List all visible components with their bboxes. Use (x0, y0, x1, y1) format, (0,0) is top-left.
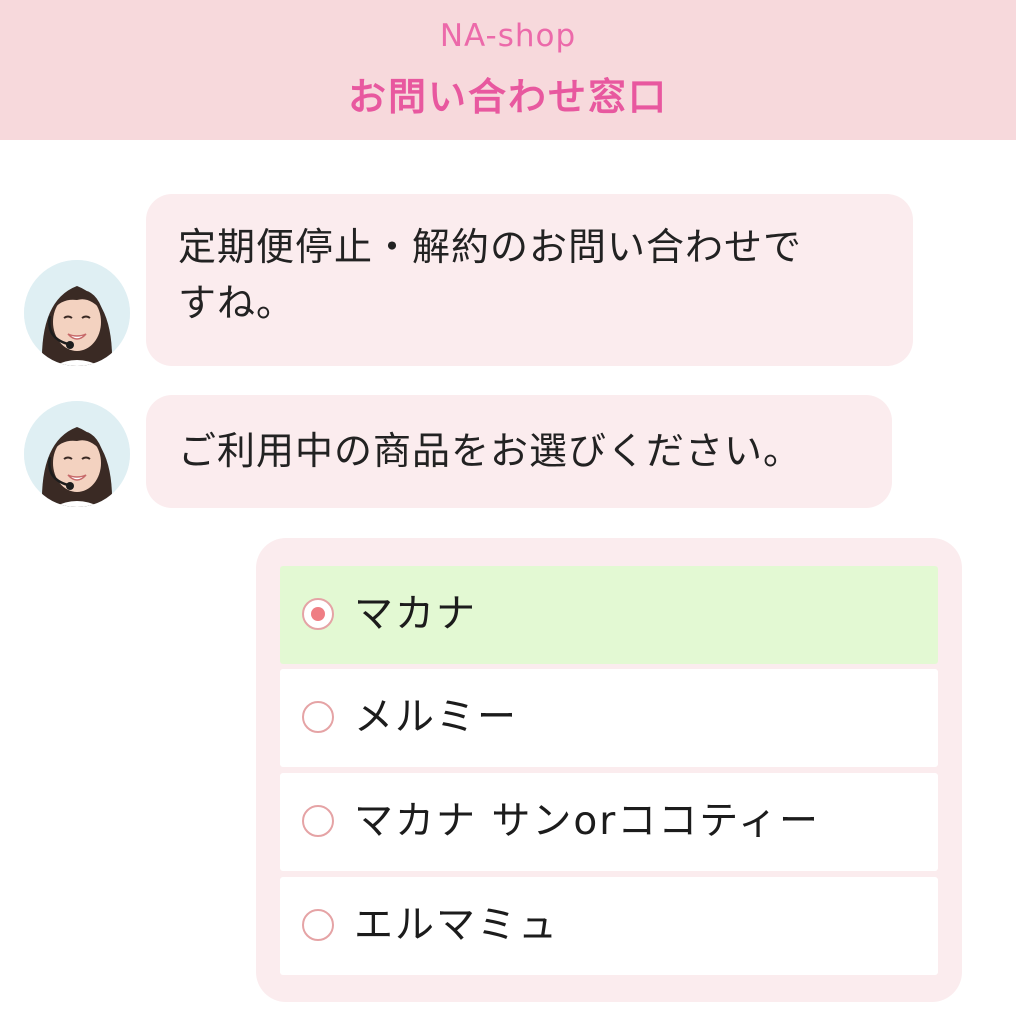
message-line: 定期便停止・解約のお問い合わせで (178, 225, 803, 269)
radio-selected-icon[interactable] (302, 598, 334, 630)
radio-unselected-icon[interactable] (302, 805, 334, 837)
radio-unselected-icon[interactable] (302, 701, 334, 733)
radio-dot (311, 607, 325, 621)
option-label: マカナ サンorココティー (354, 799, 820, 844)
option-makana[interactable]: マカナ (280, 566, 938, 664)
operator-message: ご利用中の商品をお選びください。 (146, 395, 892, 508)
page-title: お問い合わせ窓口 (347, 75, 668, 119)
option-merumy[interactable]: メルミー (280, 669, 938, 767)
page-header: NA-shop お問い合わせ窓口 (0, 0, 1016, 140)
shop-name: NA-shop (439, 18, 577, 54)
operator-avatar (24, 401, 130, 507)
product-options-panel: マカナ メルミー マカナ サンorココティー エルマミュ (256, 538, 962, 1002)
option-label: マカナ (354, 592, 478, 637)
operator-avatar (24, 260, 130, 366)
message-line: ご利用中の商品をお選びください。 (178, 429, 803, 473)
option-label: エルマミュ (354, 903, 560, 948)
option-label: メルミー (354, 695, 519, 740)
message-line: すね。 (178, 281, 296, 325)
operator-message: 定期便停止・解約のお問い合わせで すね。 (146, 194, 913, 366)
option-makana-sun-cocotea[interactable]: マカナ サンorココティー (280, 773, 938, 871)
option-erumamyu[interactable]: エルマミュ (280, 877, 938, 975)
radio-unselected-icon[interactable] (302, 909, 334, 941)
